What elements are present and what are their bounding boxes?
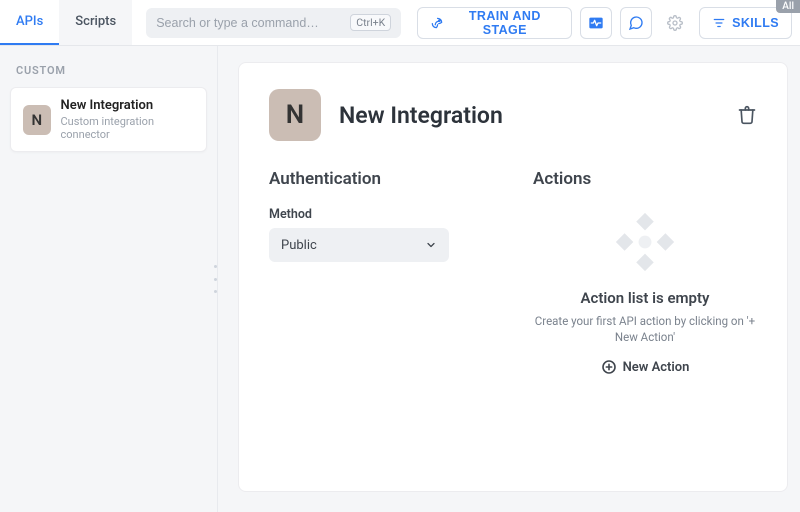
actions-empty-title: Action list is empty xyxy=(533,289,757,307)
actions-section: Actions Action list is empty Create your… xyxy=(533,169,757,379)
method-select[interactable]: Public xyxy=(269,228,449,262)
chat-icon xyxy=(628,15,644,31)
gear-icon xyxy=(667,15,683,31)
train-and-stage-label: TRAIN AND STAGE xyxy=(450,9,559,37)
panel-header: N New Integration xyxy=(269,89,757,141)
main-area: N New Integration Authentication Method … xyxy=(218,46,800,512)
integration-avatar: N xyxy=(23,105,51,135)
panel-avatar: N xyxy=(269,89,321,141)
panel-title: New Integration xyxy=(339,102,719,129)
train-and-stage-button[interactable]: TRAIN AND STAGE xyxy=(417,7,572,39)
puzzle-icon xyxy=(610,207,680,277)
panel-columns: Authentication Method Public Actions xyxy=(269,169,757,379)
command-search[interactable]: Ctrl+K xyxy=(146,8,401,38)
settings-button[interactable] xyxy=(660,7,692,39)
actions-empty-state: Action list is empty Create your first A… xyxy=(533,207,757,379)
chat-button[interactable] xyxy=(620,7,652,39)
primary-tabs: APIs Scripts xyxy=(0,0,132,45)
command-search-input[interactable] xyxy=(156,16,344,30)
rocket-icon xyxy=(430,16,444,30)
sidebar: CUSTOM N New Integration Custom integrat… xyxy=(0,46,218,512)
filter-icon xyxy=(712,16,726,30)
skills-label: SKILLS xyxy=(732,16,779,30)
sidebar-item-title: New Integration xyxy=(61,98,194,113)
method-field-label: Method xyxy=(269,207,493,222)
authentication-heading: Authentication xyxy=(269,169,493,189)
sidebar-heading-custom: CUSTOM xyxy=(16,64,201,77)
sidebar-resize-handle[interactable] xyxy=(214,265,220,293)
delete-integration-button[interactable] xyxy=(737,105,757,125)
integration-panel: N New Integration Authentication Method … xyxy=(238,62,788,492)
analytics-button[interactable] xyxy=(580,7,612,39)
actions-heading: Actions xyxy=(533,169,757,189)
sidebar-item-new-integration[interactable]: N New Integration Custom integration con… xyxy=(10,87,207,152)
plus-circle-icon xyxy=(601,359,617,375)
authentication-section: Authentication Method Public xyxy=(269,169,493,379)
body: CUSTOM N New Integration Custom integrat… xyxy=(0,46,800,512)
new-action-label: New Action xyxy=(623,360,690,375)
trash-icon xyxy=(737,105,757,125)
tab-scripts[interactable]: Scripts xyxy=(59,0,132,45)
pulse-icon xyxy=(588,15,604,31)
corner-tag: All xyxy=(776,0,800,13)
search-shortcut: Ctrl+K xyxy=(350,14,391,31)
method-select-value: Public xyxy=(281,238,317,253)
top-bar: APIs Scripts Ctrl+K TRAIN AND STAGE SKIL… xyxy=(0,0,800,46)
tab-apis[interactable]: APIs xyxy=(0,0,59,45)
new-action-button[interactable]: New Action xyxy=(601,359,690,375)
chevron-down-icon xyxy=(425,239,437,251)
sidebar-item-subtitle: Custom integration connector xyxy=(61,115,194,141)
actions-empty-subtitle: Create your first API action by clicking… xyxy=(533,313,757,345)
